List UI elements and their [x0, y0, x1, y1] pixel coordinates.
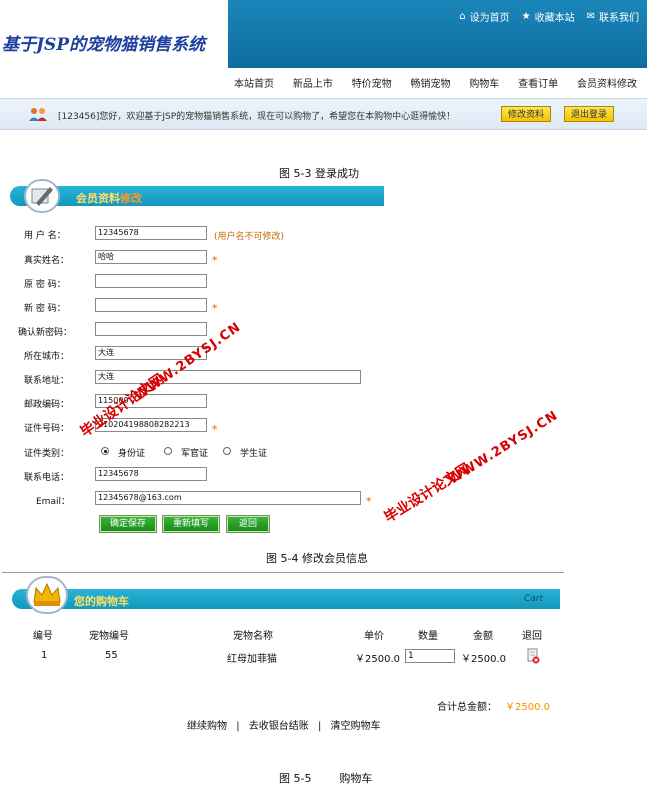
col-header-pet-name: 宠物名称 [233, 631, 273, 642]
city-label: 所在城市： [24, 352, 70, 362]
col-header-return: 退回 [522, 631, 542, 642]
continue-shopping-link[interactable]: 继续购物 [187, 721, 227, 732]
new-password-label: 新 密 码： [24, 304, 66, 314]
crown-icon [26, 576, 68, 614]
member-edit-title-bar [10, 186, 384, 206]
username-label: 用 户 名： [24, 231, 66, 241]
cell-pet-name: 红母加菲猫 [227, 654, 277, 665]
reset-button[interactable]: 重新填写 [162, 515, 220, 533]
nav-specials[interactable]: 特价宠物 [352, 75, 392, 90]
watermark-cn-2: 毕业设计论文网 [381, 460, 474, 527]
nav-new-arrivals[interactable]: 新品上市 [293, 75, 333, 90]
member-edit-header: 会员资料修改 [10, 179, 384, 213]
col-header-amount: 金额 [473, 631, 493, 642]
cell-no: 1 [41, 650, 48, 661]
star-icon: ★ [521, 11, 531, 22]
old-password-label: 原 密 码： [24, 280, 66, 290]
username-field[interactable]: 12345678 [95, 226, 207, 240]
confirm-password-field[interactable] [95, 322, 207, 336]
home-icon: ⌂ [459, 11, 466, 22]
cart-title-en: Cart [524, 594, 544, 604]
cart-title: 您的购物车 [74, 595, 129, 608]
username-note: (用户名不可修改) [214, 232, 285, 242]
member-edit-title: 会员资料修改 [76, 192, 142, 205]
set-homepage-link[interactable]: ⌂ 设为首页 [459, 9, 509, 24]
caption-fig-5-3: 图 5-3 登录成功 [279, 167, 359, 180]
back-button[interactable]: 返回 [226, 515, 270, 533]
cell-price: ￥2500.0 [355, 654, 400, 665]
new-password-field[interactable] [95, 298, 207, 312]
cart-actions: 继续购物 | 去收银台结账 | 清空购物车 [187, 717, 381, 732]
cart-divider [2, 572, 564, 573]
email-label: Email： [36, 497, 70, 507]
welcome-text: [123456]您好，欢迎基于JSP的宠物猫销售系统，现在可以购物了，希望您在本… [58, 112, 456, 122]
cell-amount: ￥2500.0 [461, 654, 506, 665]
required-mark: * [366, 495, 372, 508]
id-type-officer-label: 军官证 [181, 449, 209, 459]
main-nav: 本站首页 新品上市 特价宠物 畅销宠物 购物车 查看订单 会员资料修改 [228, 68, 647, 96]
id-number-label: 证件号码： [24, 424, 70, 434]
delete-icon[interactable] [526, 648, 540, 664]
nav-cart[interactable]: 购物车 [469, 75, 499, 90]
address-label: 联系地址： [24, 376, 70, 386]
id-number-field[interactable]: 210204198808282213 [95, 418, 207, 432]
phone-field[interactable]: 12345678 [95, 467, 207, 481]
confirm-password-label: 确认新密码： [18, 328, 73, 338]
col-header-qty: 数量 [418, 631, 438, 642]
checkout-link[interactable]: 去收银台结账 [249, 721, 309, 732]
zip-field[interactable]: 115000 [95, 394, 207, 408]
required-mark: * [212, 254, 218, 267]
required-mark: * [212, 302, 218, 315]
bookmark-link[interactable]: ★ 收藏本站 [522, 9, 575, 24]
id-type-idcard-label: 身份证 [118, 449, 146, 459]
old-password-field[interactable] [95, 274, 207, 288]
total-value: ￥2500.0 [505, 702, 550, 713]
watermark-url-2: WWW.2BYSJ.CN [446, 408, 561, 488]
id-type-radio-officer[interactable] [164, 447, 172, 455]
id-type-student-label: 学生证 [240, 449, 268, 459]
nav-home[interactable]: 本站首页 [234, 75, 274, 90]
id-type-label: 证件类别： [24, 449, 70, 459]
pen-icon [24, 179, 60, 213]
address-field[interactable]: 大连 [95, 370, 361, 384]
top-links: ⌂ 设为首页 ★ 收藏本站 ✉ 联系我们 [459, 9, 639, 24]
nav-orders[interactable]: 查看订单 [518, 75, 558, 90]
city-field[interactable]: 大连 [95, 346, 207, 360]
users-icon [29, 108, 47, 121]
col-header-pet-no: 宠物编号 [89, 631, 129, 642]
welcome-bar: [123456]您好，欢迎基于JSP的宠物猫销售系统，现在可以购物了，希望您在本… [0, 98, 647, 130]
separator: | [236, 721, 240, 732]
col-header-no: 编号 [33, 631, 53, 642]
caption-fig-5-4: 图 5-4 修改会员信息 [266, 552, 368, 565]
col-header-price: 单价 [364, 631, 384, 642]
caption-fig-5-5: 图 5-5 购物车 [279, 772, 373, 785]
header-logo-area: 基于JSP的宠物猫销售系统 [0, 0, 228, 68]
nav-bestsellers[interactable]: 畅销宠物 [410, 75, 450, 90]
site-logo[interactable]: 基于JSP的宠物猫销售系统 [2, 30, 205, 55]
clear-cart-link[interactable]: 清空购物车 [331, 721, 381, 732]
contact-link[interactable]: ✉ 联系我们 [587, 9, 639, 24]
header-banner: ⌂ 设为首页 ★ 收藏本站 ✉ 联系我们 [228, 0, 647, 68]
realname-field[interactable]: 哈哈 [95, 250, 207, 264]
id-type-radio-student[interactable] [223, 447, 231, 455]
total-label: 合计总金额： [437, 702, 497, 713]
logout-button[interactable]: 退出登录 [564, 106, 615, 122]
edit-profile-button[interactable]: 修改资料 [501, 106, 552, 122]
phone-label: 联系电话： [24, 473, 70, 483]
cell-pet-no: 55 [105, 650, 118, 661]
id-type-radio-idcard[interactable] [101, 447, 109, 455]
realname-label: 真实姓名： [24, 256, 70, 266]
nav-member-edit[interactable]: 会员资料修改 [577, 75, 637, 90]
save-button[interactable]: 确定保存 [99, 515, 157, 533]
quantity-input[interactable]: 1 [405, 649, 455, 663]
required-mark: * [212, 423, 218, 436]
zip-label: 邮政编码： [24, 400, 70, 410]
email-field[interactable]: 12345678@163.com [95, 491, 361, 505]
separator: | [317, 721, 322, 732]
mail-icon: ✉ [586, 11, 595, 22]
